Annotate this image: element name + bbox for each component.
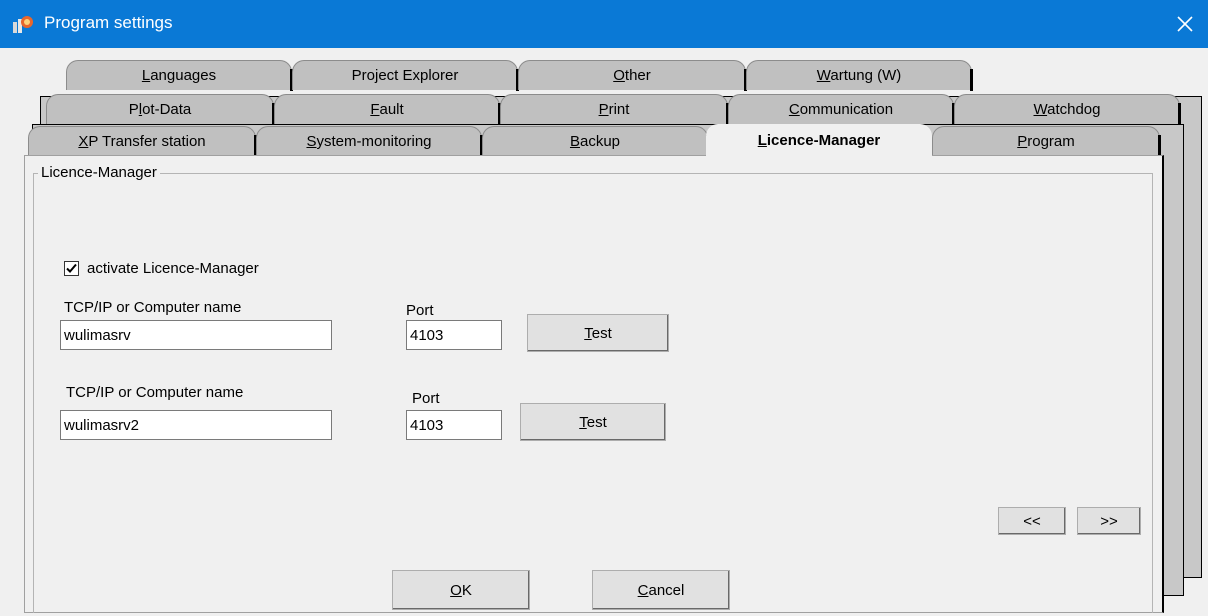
close-icon bbox=[1177, 16, 1193, 32]
tab-wartung[interactable]: Wartung (W) bbox=[746, 60, 973, 91]
server2-host-label: TCP/IP or Computer name bbox=[66, 384, 244, 401]
checkbox-label: activate Licence-Manager bbox=[87, 260, 259, 277]
tab-plot-data-label: Plot-Data bbox=[128, 101, 192, 118]
tab-communication[interactable]: Communication bbox=[728, 94, 955, 125]
tab-project-explorer[interactable]: Project Explorer bbox=[292, 60, 519, 91]
tab-languages[interactable]: Languages bbox=[66, 60, 293, 91]
app-icon bbox=[12, 14, 34, 34]
server2-test-label: Test bbox=[579, 413, 607, 431]
server1-port-input[interactable] bbox=[406, 320, 502, 350]
close-button[interactable] bbox=[1162, 0, 1208, 48]
window-title: Program settings bbox=[44, 13, 173, 32]
tab-plot-data[interactable]: Plot-Data bbox=[46, 94, 275, 125]
activate-licence-manager-checkbox[interactable]: activate Licence-Manager bbox=[64, 260, 259, 277]
cancel-label: Cancel bbox=[637, 581, 685, 599]
server1-port-label: Port bbox=[406, 302, 434, 319]
server2-test-button[interactable]: Test bbox=[520, 403, 666, 441]
cancel-button[interactable]: Cancel bbox=[592, 570, 730, 610]
server2-host-input[interactable] bbox=[60, 410, 332, 440]
ok-label: OK bbox=[450, 581, 472, 599]
server2-port-label: Port bbox=[412, 390, 440, 407]
tab-licence-manager[interactable]: Licence-Manager bbox=[706, 124, 932, 158]
tab-page-licence-manager: Licence-Manager activate Licence-Manager… bbox=[24, 155, 1164, 613]
group-title: Licence-Manager bbox=[38, 164, 160, 181]
tab-print[interactable]: Print bbox=[500, 94, 729, 125]
server1-test-label: Test bbox=[584, 324, 612, 342]
tab-watchdog[interactable]: Watchdog bbox=[954, 94, 1181, 125]
server1-test-button[interactable]: Test bbox=[527, 314, 669, 352]
server2-port-input[interactable] bbox=[406, 410, 502, 440]
tab-fault[interactable]: Fault bbox=[274, 94, 501, 125]
tab-program[interactable]: Program bbox=[932, 126, 1161, 157]
ok-button[interactable]: OK bbox=[392, 570, 530, 610]
checkmark-icon bbox=[66, 263, 77, 273]
checkbox-box[interactable] bbox=[64, 261, 79, 276]
tab-other[interactable]: Other bbox=[518, 60, 747, 91]
server1-host-label: TCP/IP or Computer name bbox=[64, 299, 242, 316]
previous-page-button[interactable]: << bbox=[998, 507, 1066, 535]
licence-manager-group: Licence-Manager activate Licence-Manager… bbox=[33, 164, 1153, 613]
title-bar: Program settings bbox=[0, 0, 1208, 48]
next-page-button[interactable]: >> bbox=[1077, 507, 1141, 535]
tab-system-monitoring[interactable]: System-monitoring bbox=[256, 126, 483, 157]
tab-xp-transfer-station[interactable]: XP Transfer station bbox=[28, 126, 257, 157]
server1-host-input[interactable] bbox=[60, 320, 332, 350]
tab-backup[interactable]: Backup bbox=[482, 126, 709, 157]
